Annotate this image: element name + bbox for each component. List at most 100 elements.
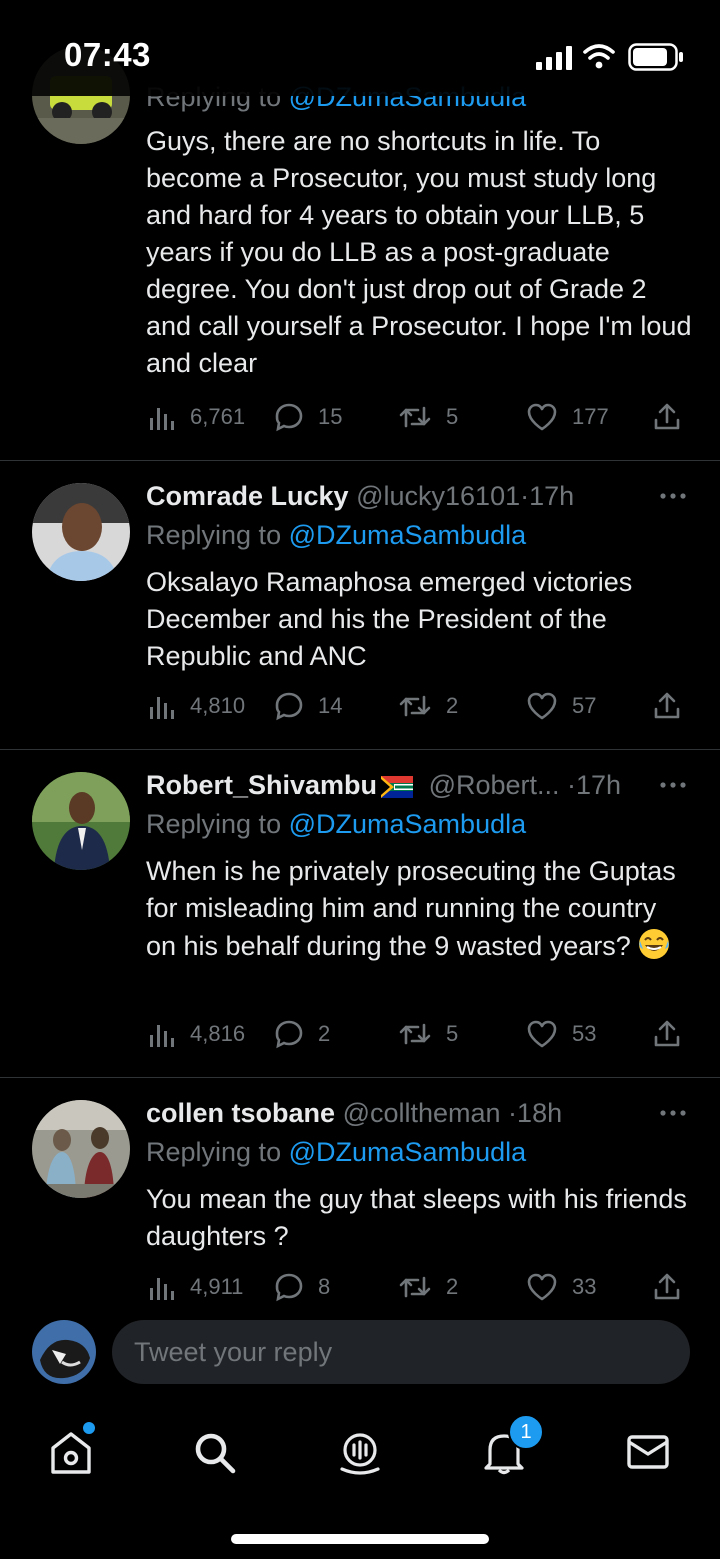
views-icon xyxy=(150,408,174,430)
separator-dot: · xyxy=(520,481,530,511)
avatar[interactable] xyxy=(32,772,130,870)
author-handle[interactable]: @lucky16101 xyxy=(356,481,520,511)
tweet-actions: 4,816 2 5 53 xyxy=(146,1014,692,1054)
heart-icon xyxy=(527,1273,557,1301)
views-icon xyxy=(150,1278,174,1300)
nav-notifications[interactable]: 1 xyxy=(474,1414,544,1482)
reply-icon xyxy=(275,1273,303,1302)
retweet-action[interactable]: 5 xyxy=(398,397,458,437)
more-options-icon[interactable] xyxy=(658,765,688,805)
mail-icon xyxy=(627,1435,669,1469)
like-action[interactable]: 177 xyxy=(526,397,609,437)
status-bar: 07:43 xyxy=(0,0,720,96)
like-count: 57 xyxy=(572,693,597,718)
more-options-icon[interactable] xyxy=(658,1093,688,1133)
battery-icon xyxy=(628,43,683,71)
replying-to: Replying to @DZumaSambudla xyxy=(146,805,692,843)
timestamp: 17h xyxy=(529,481,575,511)
heart-icon xyxy=(527,692,557,720)
retweet-icon xyxy=(399,695,431,717)
retweet-action[interactable]: 2 xyxy=(398,686,458,726)
replying-to: Replying to @DZumaSambudla xyxy=(146,1133,692,1171)
home-unread-dot xyxy=(81,1420,97,1436)
reply-tweet[interactable]: collen tsobane @colltheman ·18h Replying… xyxy=(0,1078,720,1302)
avatar[interactable] xyxy=(32,1100,130,1198)
search-icon xyxy=(195,1433,236,1474)
views-action[interactable]: 4,911 xyxy=(146,1267,243,1302)
reply-tweet[interactable]: Robert_Shivambu @Robert... ·17h Replying… xyxy=(0,750,720,1078)
mention-link[interactable]: @DZumaSambudla xyxy=(289,520,527,550)
reply-composer xyxy=(0,1302,720,1402)
reply-feed: Replying to @DZumaSambudla Guys, there a… xyxy=(0,0,720,1302)
more-options-icon[interactable] xyxy=(658,476,688,516)
reply-input[interactable] xyxy=(112,1320,690,1384)
reply-icon xyxy=(275,403,303,432)
timestamp: 18h xyxy=(517,1098,563,1128)
nav-messages[interactable] xyxy=(618,1422,678,1482)
author-name[interactable]: Robert_Shivambu xyxy=(146,770,377,800)
retweet-action[interactable]: 2 xyxy=(398,1267,458,1302)
tweet-actions: 4,911 8 2 33 xyxy=(146,1267,692,1302)
my-avatar[interactable] xyxy=(32,1320,96,1384)
reply-count: 15 xyxy=(318,404,343,429)
retweet-count: 2 xyxy=(446,693,459,718)
replying-to-label: Replying to xyxy=(146,809,282,839)
status-time: 07:43 xyxy=(64,36,151,73)
views-count: 6,761 xyxy=(190,404,246,429)
heart-icon xyxy=(527,1020,557,1048)
views-icon xyxy=(150,697,174,719)
reply-count: 2 xyxy=(318,1021,331,1046)
views-action[interactable]: 4,810 xyxy=(146,686,245,726)
views-count: 4,911 xyxy=(190,1274,244,1299)
tweet-text: You mean the guy that sleeps with his fr… xyxy=(146,1184,687,1251)
reply-count: 8 xyxy=(318,1274,331,1299)
like-count: 33 xyxy=(572,1274,597,1299)
views-action[interactable]: 4,816 xyxy=(146,1014,245,1054)
nav-spaces[interactable] xyxy=(330,1422,390,1482)
home-indicator xyxy=(231,1534,489,1544)
share-icon xyxy=(654,692,680,719)
nav-search[interactable] xyxy=(184,1422,244,1482)
wifi-icon xyxy=(583,44,615,69)
heart-icon xyxy=(527,403,557,431)
reply-action[interactable]: 15 xyxy=(274,397,342,437)
cellular-signal-icon xyxy=(536,46,572,70)
author-handle[interactable]: @colltheman xyxy=(343,1098,501,1128)
share-action[interactable] xyxy=(652,397,682,437)
mention-link[interactable]: @DZumaSambudla xyxy=(289,1137,527,1167)
retweet-icon xyxy=(399,1023,431,1045)
separator-dot: · xyxy=(500,1098,518,1128)
author-name[interactable]: Comrade Lucky xyxy=(146,481,349,511)
share-action[interactable] xyxy=(652,1014,682,1054)
share-action[interactable] xyxy=(652,1267,682,1302)
share-action[interactable] xyxy=(652,686,682,726)
nav-home[interactable] xyxy=(41,1420,101,1482)
mention-link[interactable]: @DZumaSambudla xyxy=(289,809,527,839)
reply-tweet[interactable]: Comrade Lucky @lucky16101·17h Replying t… xyxy=(0,461,720,750)
tweet-actions: 6,761 15 5 177 xyxy=(146,397,692,437)
south-africa-flag-icon xyxy=(381,776,414,798)
views-action[interactable]: 6,761 xyxy=(146,397,245,437)
tweet-header: Robert_Shivambu @Robert... ·17h xyxy=(146,765,692,805)
views-count: 4,810 xyxy=(190,693,246,718)
like-action[interactable]: 33 xyxy=(526,1267,596,1302)
author-name[interactable]: collen tsobane xyxy=(146,1098,335,1128)
laughing-tears-emoji-icon xyxy=(638,929,669,959)
reply-action[interactable]: 8 xyxy=(274,1267,330,1302)
views-icon xyxy=(150,1025,174,1047)
tweet-header: collen tsobane @colltheman ·18h xyxy=(146,1093,692,1133)
reply-count: 14 xyxy=(318,693,343,718)
reply-action[interactable]: 2 xyxy=(274,1014,330,1054)
tweet-text: When is he privately prosecuting the Gup… xyxy=(146,853,692,965)
timestamp: 17h xyxy=(576,770,622,800)
notifications-badge: 1 xyxy=(508,1414,544,1450)
author-handle[interactable]: @Robert... xyxy=(429,770,560,800)
like-action[interactable]: 57 xyxy=(526,686,596,726)
reply-action[interactable]: 14 xyxy=(274,686,342,726)
retweet-action[interactable]: 5 xyxy=(398,1014,458,1054)
tweet-actions: 4,810 14 2 57 xyxy=(146,686,692,726)
reply-icon xyxy=(275,1020,303,1049)
like-action[interactable]: 53 xyxy=(526,1014,596,1054)
replying-to: Replying to @DZumaSambudla xyxy=(146,516,692,554)
avatar[interactable] xyxy=(32,483,130,581)
